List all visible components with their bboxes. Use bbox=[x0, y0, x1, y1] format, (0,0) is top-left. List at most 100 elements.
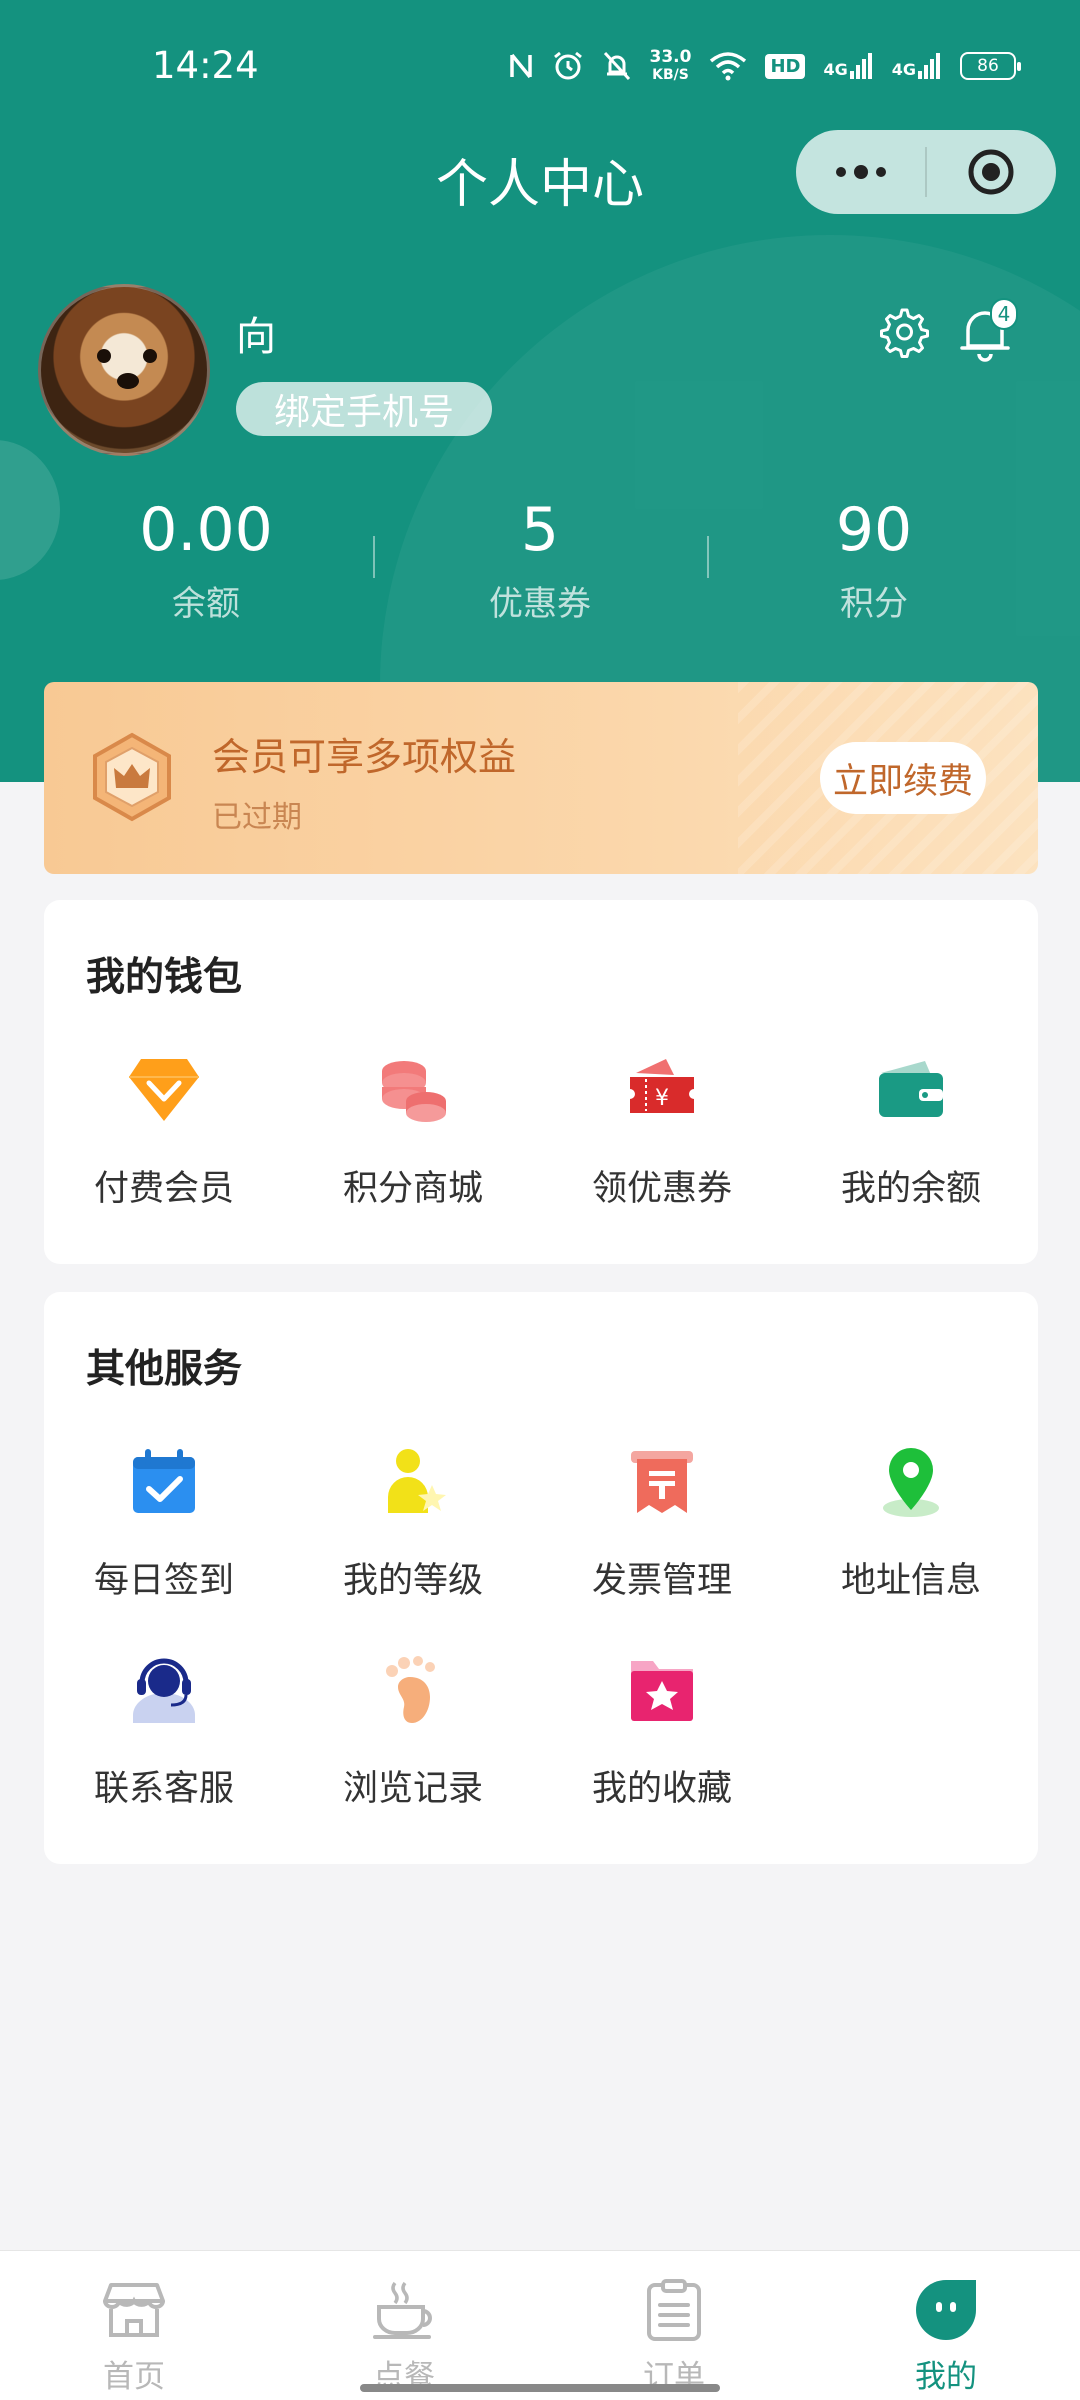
customer-service-icon bbox=[133, 1658, 195, 1723]
tab-mine[interactable]: 我的 bbox=[846, 2275, 1046, 2396]
tab-label: 首页 bbox=[103, 2359, 165, 2395]
wifi-icon bbox=[710, 52, 747, 81]
battery-indicator: 86 bbox=[960, 52, 1021, 80]
signal-1: 4G bbox=[823, 53, 873, 79]
wallet-card: 我的钱包 付费会员 积分商城 ¥ 领优惠券 我的余额 bbox=[44, 900, 1038, 1264]
service-item-customer-service[interactable]: 联系客服 bbox=[54, 1650, 274, 1811]
service-item-label: 发票管理 bbox=[591, 1561, 732, 1601]
stat-points[interactable]: 90 积分 bbox=[754, 490, 994, 625]
signal-bars-icon bbox=[849, 53, 872, 79]
battery-level: 86 bbox=[977, 56, 999, 76]
username: 向 bbox=[236, 314, 276, 360]
star-folder-icon bbox=[631, 1661, 693, 1721]
service-item-label: 我的收藏 bbox=[591, 1769, 732, 1809]
more-button[interactable] bbox=[796, 130, 925, 214]
svg-text:¥: ¥ bbox=[655, 1086, 669, 1111]
status-bar: 14:24 33.0 KB/S HD 4G 4G 86 bbox=[0, 0, 1080, 130]
avatar-eye bbox=[97, 349, 111, 363]
member-title: 会员可享多项权益 bbox=[212, 735, 517, 779]
calendar-check-icon bbox=[133, 1449, 195, 1513]
coins-icon bbox=[382, 1061, 446, 1122]
stat-balance-label: 余额 bbox=[172, 584, 240, 624]
wallet-item-paid-member[interactable]: 付费会员 bbox=[54, 1050, 274, 1211]
stat-balance-value: 0.00 bbox=[139, 495, 273, 565]
mute-bell-icon bbox=[603, 51, 630, 81]
services-card: 其他服务 每日签到 我的等级 发票管理 地址信息 联系客服 浏览记录 我的收藏 bbox=[44, 1292, 1038, 1864]
profile-face-icon bbox=[916, 2280, 976, 2340]
service-item-favorites[interactable]: 我的收藏 bbox=[552, 1650, 772, 1811]
network-type-2: 4G bbox=[891, 60, 916, 79]
tab-bar: 首页 点餐 订单 我的 bbox=[0, 2250, 1080, 2400]
service-item-label: 每日签到 bbox=[93, 1561, 234, 1601]
service-item-label: 浏览记录 bbox=[342, 1769, 483, 1809]
bind-phone-button[interactable]: 绑定手机号 bbox=[236, 382, 492, 436]
wallet-item-label: 领优惠券 bbox=[591, 1169, 732, 1209]
location-pin-icon bbox=[883, 1448, 939, 1517]
order-list-icon bbox=[647, 2279, 701, 2341]
wallet-item-points-mall[interactable]: 积分商城 bbox=[303, 1050, 523, 1211]
close-mini-program-button[interactable] bbox=[927, 130, 1056, 214]
service-item-my-level[interactable]: 我的等级 bbox=[303, 1442, 523, 1603]
coffee-cup-icon bbox=[373, 2281, 432, 2339]
service-item-label: 地址信息 bbox=[840, 1561, 981, 1601]
invoice-icon bbox=[631, 1451, 693, 1513]
diamond-icon bbox=[129, 1059, 199, 1121]
coupon-icon: ¥ bbox=[630, 1059, 694, 1113]
nfc-icon bbox=[509, 53, 532, 79]
crown-badge-icon bbox=[93, 732, 171, 822]
header-decoration-small-circle bbox=[0, 440, 60, 580]
wallet-title: 我的钱包 bbox=[86, 955, 243, 1000]
tab-home[interactable]: 首页 bbox=[34, 2275, 234, 2396]
avatar[interactable] bbox=[38, 284, 210, 456]
stat-points-value: 90 bbox=[835, 495, 913, 565]
stat-points-label: 积分 bbox=[840, 584, 908, 624]
avatar-eye bbox=[143, 349, 157, 363]
user-star-icon bbox=[388, 1449, 446, 1513]
wallet-item-label: 付费会员 bbox=[93, 1169, 234, 1209]
network-type-1: 4G bbox=[823, 60, 848, 79]
tab-orders[interactable]: 订单 bbox=[574, 2275, 774, 2396]
stat-coupons-value: 5 bbox=[520, 495, 560, 565]
store-icon bbox=[103, 2283, 165, 2337]
stat-coupons[interactable]: 5 优惠券 bbox=[420, 490, 660, 625]
stat-balance[interactable]: 0.00 余额 bbox=[86, 490, 326, 625]
service-item-label: 我的等级 bbox=[342, 1561, 483, 1601]
target-circle-icon bbox=[968, 149, 1014, 195]
wallet-icon bbox=[879, 1061, 943, 1117]
network-speed-unit: KB/S bbox=[652, 67, 689, 83]
home-indicator[interactable] bbox=[360, 2384, 720, 2392]
stat-coupons-label: 优惠券 bbox=[489, 584, 591, 624]
member-status: 已过期 bbox=[212, 800, 302, 835]
footprint-icon bbox=[386, 1656, 435, 1723]
service-item-label: 联系客服 bbox=[93, 1769, 234, 1809]
more-dots-icon bbox=[835, 165, 886, 179]
network-speed: 33.0 KB/S bbox=[650, 48, 692, 84]
wallet-item-label: 积分商城 bbox=[342, 1169, 483, 1209]
service-item-address[interactable]: 地址信息 bbox=[801, 1442, 1021, 1603]
stat-divider bbox=[707, 536, 709, 578]
network-speed-value: 33.0 bbox=[649, 47, 692, 67]
bind-phone-label: 绑定手机号 bbox=[273, 392, 454, 433]
mini-program-capsule bbox=[796, 130, 1056, 214]
renew-button[interactable]: 立即续费 bbox=[820, 742, 986, 814]
avatar-nose bbox=[117, 373, 139, 389]
settings-gear-icon[interactable] bbox=[874, 304, 930, 360]
notification-button[interactable]: 4 bbox=[958, 298, 1018, 364]
alarm-icon bbox=[553, 51, 582, 80]
hd-icon: HD bbox=[765, 53, 806, 79]
tab-label: 我的 bbox=[915, 2359, 977, 2395]
notification-badge: 4 bbox=[990, 298, 1018, 330]
service-item-invoice[interactable]: 发票管理 bbox=[552, 1442, 772, 1603]
service-item-browse-history[interactable]: 浏览记录 bbox=[303, 1650, 523, 1811]
member-banner[interactable]: 会员可享多项权益 已过期 立即续费 bbox=[44, 682, 1038, 874]
wallet-item-label: 我的余额 bbox=[840, 1169, 981, 1209]
status-time: 14:24 bbox=[152, 44, 259, 87]
stat-divider bbox=[373, 536, 375, 578]
signal-2: 4G bbox=[892, 53, 942, 79]
tab-order-food[interactable]: 点餐 bbox=[304, 2275, 504, 2396]
wallet-item-my-balance[interactable]: 我的余额 bbox=[801, 1050, 1021, 1211]
services-title: 其他服务 bbox=[86, 1347, 243, 1392]
status-icons: 33.0 KB/S HD 4G 4G 86 bbox=[508, 48, 1021, 84]
service-item-daily-checkin[interactable]: 每日签到 bbox=[54, 1442, 274, 1603]
wallet-item-get-coupon[interactable]: ¥ 领优惠券 bbox=[552, 1050, 772, 1211]
